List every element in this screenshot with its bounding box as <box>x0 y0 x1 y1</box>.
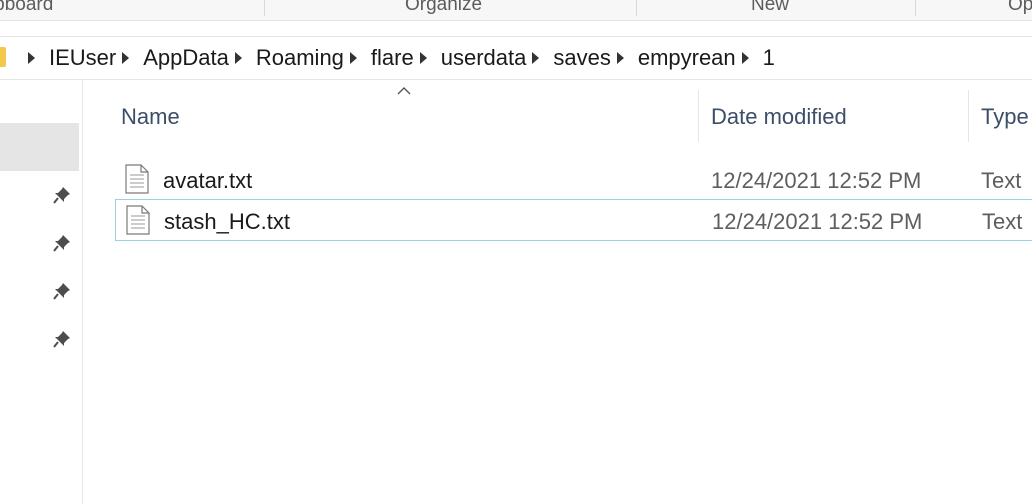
file-row[interactable]: stash_HC.txt 12/24/2021 12:52 PM Text <box>115 199 1032 241</box>
ribbon-divider <box>915 0 916 16</box>
ribbon-divider <box>636 0 637 16</box>
nav-item-selected[interactable] <box>0 123 79 171</box>
breadcrumb-item-ieuser[interactable]: IEUser <box>49 45 116 71</box>
ribbon-group-labels: Clipboard Organize New Open <box>0 0 1032 21</box>
ribbon-divider <box>264 0 265 16</box>
breadcrumb: IEUser AppData Roaming flare userdata sa… <box>22 37 775 79</box>
chevron-right-icon[interactable] <box>616 52 624 64</box>
column-header-name[interactable]: Name <box>121 104 180 130</box>
ribbon-group-new: New <box>751 0 790 15</box>
breadcrumb-item-saves[interactable]: saves <box>553 45 610 71</box>
pin-icon[interactable] <box>52 233 72 253</box>
breadcrumb-item-appdata[interactable]: AppData <box>143 45 229 71</box>
breadcrumb-item-1[interactable]: 1 <box>763 45 775 71</box>
file-date-modified: 12/24/2021 12:52 PM <box>712 209 923 234</box>
file-row[interactable]: avatar.txt 12/24/2021 12:52 PM Text <box>115 158 1032 200</box>
navigation-pane <box>0 80 83 504</box>
ribbon-group-open: Open <box>1008 0 1032 15</box>
chevron-right-icon[interactable] <box>349 52 357 64</box>
chevron-right-icon[interactable] <box>419 52 427 64</box>
breadcrumb-item-empyrean[interactable]: empyrean <box>638 45 736 71</box>
file-name: avatar.txt <box>163 168 253 193</box>
text-file-icon <box>126 205 150 235</box>
column-header-type[interactable]: Type <box>981 104 1029 130</box>
chevron-right-icon[interactable] <box>234 52 242 64</box>
chevron-right-icon[interactable] <box>741 52 749 64</box>
file-name: stash_HC.txt <box>164 209 290 234</box>
chevron-right-icon[interactable] <box>122 52 130 64</box>
file-type: Text <box>982 209 1023 234</box>
breadcrumb-item-roaming[interactable]: Roaming <box>256 45 344 71</box>
breadcrumb-item-flare[interactable]: flare <box>371 45 414 71</box>
sort-ascending-icon <box>397 87 411 95</box>
file-date-modified: 12/24/2021 12:52 PM <box>711 168 922 193</box>
pin-icon[interactable] <box>52 281 72 301</box>
column-header-date-modified[interactable]: Date modified <box>711 104 847 130</box>
folder-icon <box>0 47 6 67</box>
column-divider[interactable] <box>698 90 699 142</box>
file-type: Text <box>981 168 1022 193</box>
ribbon-group-organize: Organize <box>405 0 483 15</box>
text-file-icon <box>125 164 149 194</box>
pin-icon[interactable] <box>52 185 72 205</box>
chevron-right-icon[interactable] <box>532 52 540 64</box>
chevron-right-icon[interactable] <box>28 52 35 64</box>
address-bar[interactable]: IEUser AppData Roaming flare userdata sa… <box>0 36 1032 80</box>
breadcrumb-item-userdata[interactable]: userdata <box>441 45 527 71</box>
column-divider[interactable] <box>968 90 969 142</box>
ribbon-group-clipboard: Clipboard <box>0 0 54 15</box>
pin-icon[interactable] <box>52 329 72 349</box>
file-list: Name Date modified Type avatar.txt 12/24… <box>83 80 1032 504</box>
